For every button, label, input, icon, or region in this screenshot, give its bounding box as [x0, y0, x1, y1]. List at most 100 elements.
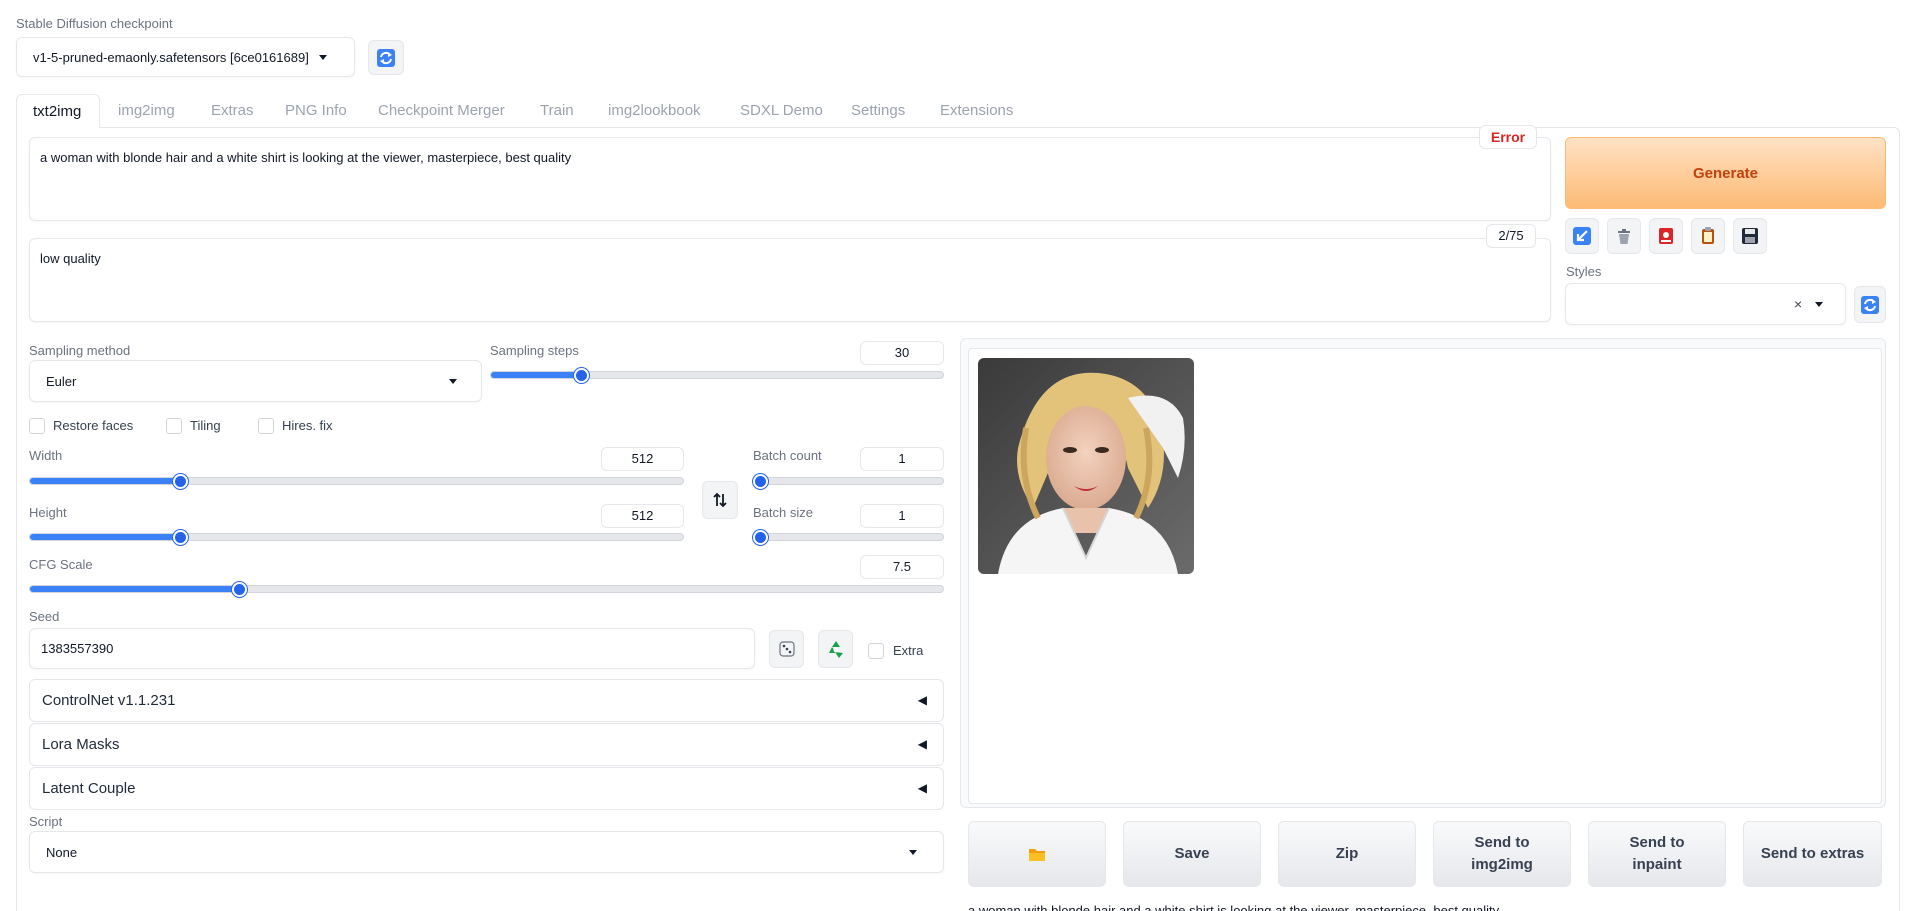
hires-fix-checkbox[interactable]: [258, 418, 274, 434]
accordion-controlnet[interactable]: ControlNet v1.1.231 ◀: [29, 679, 944, 722]
batch-count-input[interactable]: 1: [860, 447, 944, 471]
script-value: None: [46, 844, 78, 860]
swap-icon: [713, 492, 727, 508]
send-to-img2img-label: Send to img2img: [1471, 833, 1533, 874]
zip-label: Zip: [1335, 844, 1359, 862]
slider-thumb[interactable]: [172, 530, 188, 545]
script-label: Script: [29, 814, 63, 829]
seed-label: Seed: [29, 609, 60, 624]
arrow-icon: [1573, 227, 1591, 245]
slider-thumb[interactable]: [753, 530, 768, 545]
paste-button[interactable]: [1691, 218, 1725, 254]
tab-img2img[interactable]: img2img: [118, 102, 175, 119]
extra-seed-checkbox[interactable]: [868, 643, 884, 659]
slider-fill: [30, 586, 240, 592]
send-to-extras-button[interactable]: Send to extras: [1743, 821, 1882, 887]
script-select[interactable]: None: [29, 831, 944, 873]
height-slider[interactable]: [29, 530, 684, 545]
generated-image[interactable]: [978, 358, 1194, 574]
hires-fix-label: Hires. fix: [282, 418, 333, 433]
tab-extras[interactable]: Extras: [211, 102, 254, 119]
tab-txt2img[interactable]: txt2img: [16, 94, 100, 128]
styles-dropdown[interactable]: ×: [1565, 283, 1846, 325]
width-input[interactable]: 512: [601, 447, 684, 471]
restore-faces-checkbox[interactable]: [29, 418, 45, 434]
tab-png-info[interactable]: PNG Info: [285, 102, 347, 119]
send-to-extras-label: Send to extras: [1760, 844, 1865, 862]
height-input[interactable]: 512: [601, 504, 684, 528]
send-to-inpaint-label: Send to inpaint: [1629, 833, 1685, 874]
extra-networks-button[interactable]: [1649, 218, 1683, 254]
error-badge: Error: [1479, 125, 1537, 149]
checkpoint-refresh-button[interactable]: [368, 40, 404, 75]
batch-size-label: Batch size: [753, 505, 813, 520]
send-to-img2img-button[interactable]: Send to img2img: [1433, 821, 1571, 887]
slider-fill: [30, 478, 181, 484]
save-button[interactable]: Save: [1123, 821, 1261, 887]
sampling-steps-slider[interactable]: [490, 368, 944, 383]
sampling-steps-input[interactable]: 30: [860, 341, 944, 365]
save-style-button[interactable]: [1733, 218, 1767, 254]
token-counter: 2/75: [1486, 224, 1536, 248]
checkpoint-select[interactable]: v1-5-pruned-emaonly.safetensors [6ce0161…: [16, 37, 355, 77]
tab-label: txt2img: [33, 103, 82, 120]
checkpoint-value: v1-5-pruned-emaonly.safetensors [6ce0161…: [33, 49, 309, 65]
slider-thumb[interactable]: [753, 474, 768, 489]
send-to-inpaint-button[interactable]: Send to inpaint: [1588, 821, 1726, 887]
clipboard-icon: [1702, 227, 1714, 244]
save-icon: [1742, 228, 1758, 244]
zip-button[interactable]: Zip: [1278, 821, 1416, 887]
sampling-method-select[interactable]: Euler: [29, 360, 482, 402]
save-label: Save: [1174, 844, 1210, 862]
open-folder-button[interactable]: [968, 821, 1106, 887]
cfg-scale-input[interactable]: 7.5: [860, 555, 944, 579]
tab-train[interactable]: Train: [540, 102, 574, 119]
tiling-checkbox[interactable]: [166, 418, 182, 434]
folder-icon: [1029, 849, 1045, 861]
width-label: Width: [29, 448, 63, 463]
refresh-icon: [377, 48, 395, 67]
cfg-scale-label: CFG Scale: [29, 557, 93, 572]
accordion-lora-masks[interactable]: Lora Masks ◀: [29, 723, 944, 766]
tab-extensions[interactable]: Extensions: [940, 102, 1013, 119]
reuse-seed-button[interactable]: [818, 630, 853, 668]
negative-prompt-textarea[interactable]: low quality: [29, 238, 1551, 322]
clear-prompt-button[interactable]: [1607, 218, 1641, 254]
tab-checkpoint-merger[interactable]: Checkpoint Merger: [378, 102, 505, 119]
styles-refresh-button[interactable]: [1854, 286, 1886, 323]
apply-style-button[interactable]: [1565, 218, 1599, 254]
seed-input[interactable]: 1383557390: [29, 628, 755, 669]
tab-img2lookbook[interactable]: img2lookbook: [608, 102, 701, 119]
accordion-latent-couple[interactable]: Latent Couple ◀: [29, 767, 944, 810]
random-seed-button[interactable]: [769, 630, 804, 668]
batch-count-label: Batch count: [753, 448, 822, 463]
chevron-down-icon: [1815, 302, 1823, 307]
triangle-left-icon: ◀: [917, 737, 927, 751]
trash-icon: [1618, 229, 1630, 244]
styles-label: Styles: [1566, 264, 1602, 279]
batch-count-slider[interactable]: [753, 474, 944, 489]
recycle-icon: [828, 641, 843, 658]
batch-size-input[interactable]: 1: [860, 504, 944, 528]
slider-thumb[interactable]: [172, 474, 188, 489]
chevron-down-icon: [909, 850, 917, 855]
sampling-method-label: Sampling method: [29, 343, 131, 358]
clear-styles-icon[interactable]: ×: [1794, 296, 1802, 312]
swap-dimensions-button[interactable]: [702, 481, 738, 519]
slider-thumb[interactable]: [232, 582, 248, 597]
sampling-method-value: Euler: [46, 373, 77, 389]
slider-thumb[interactable]: [573, 368, 589, 383]
accordion-title: Latent Couple: [42, 780, 136, 797]
chevron-down-icon: [318, 54, 327, 60]
prompt-textarea[interactable]: a woman with blonde hair and a white shi…: [29, 137, 1551, 221]
width-slider[interactable]: [29, 474, 684, 489]
accordion-title: ControlNet v1.1.231: [42, 692, 176, 709]
cfg-scale-slider[interactable]: [29, 582, 944, 597]
tab-sdxl-demo[interactable]: SDXL Demo: [740, 102, 823, 119]
generate-button[interactable]: Generate: [1565, 137, 1886, 209]
refresh-icon: [1861, 295, 1879, 314]
dice-icon: [778, 641, 795, 657]
batch-size-slider[interactable]: [753, 530, 944, 545]
slider-fill: [491, 372, 582, 378]
tab-settings[interactable]: Settings: [851, 102, 905, 119]
